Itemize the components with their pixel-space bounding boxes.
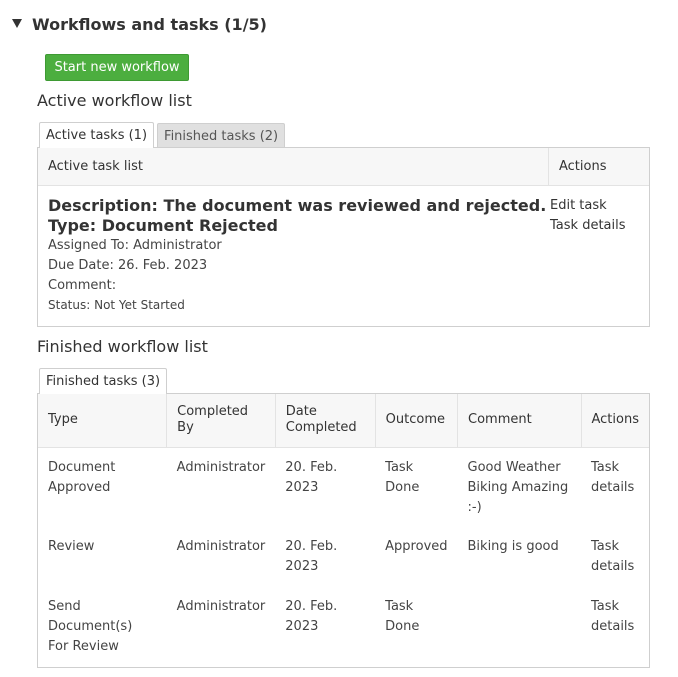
tab-finished-tasks[interactable]: Finished tasks (2) xyxy=(157,123,286,148)
col-date-completed: Date Completed xyxy=(274,394,376,448)
cell-completed-by: Administrator xyxy=(176,539,266,554)
cell-type: Review xyxy=(48,539,95,554)
finished-tabs: Finished tasks (3) xyxy=(39,368,170,394)
finished-task-box: Type Completed By Date Completed Outcome… xyxy=(37,393,650,668)
task-status: Status: Not Yet Started xyxy=(48,298,185,312)
finished-task-table: Type Completed By Date Completed Outcome… xyxy=(38,394,649,667)
cell-outcome: Task Done xyxy=(385,459,420,495)
tab-active-tasks[interactable]: Active tasks (1) xyxy=(39,122,155,148)
table-header-row: Type Completed By Date Completed Outcome… xyxy=(38,394,649,448)
cell-outcome: Approved xyxy=(385,539,448,554)
cell-date: 20. Feb. 2023 xyxy=(285,459,338,495)
task-description: Description: The document was reviewed a… xyxy=(48,196,547,215)
table-row: Document Approved Administrator 20. Feb.… xyxy=(38,447,649,527)
actions-header: Actions xyxy=(548,148,649,185)
task-details-link[interactable]: Task details xyxy=(550,218,626,233)
active-task-item: Description: The document was reviewed a… xyxy=(38,186,649,326)
cell-comment xyxy=(458,587,581,667)
active-task-list-header: Active task list xyxy=(48,159,143,174)
start-new-workflow-button[interactable]: Start new workflow xyxy=(45,54,189,81)
active-workflow-list-title: Active workflow list xyxy=(37,91,192,110)
table-row: Send Document(s) For Review Administrato… xyxy=(38,587,649,667)
col-comment: Comment xyxy=(457,394,581,448)
task-type: Type: Document Rejected xyxy=(48,216,278,235)
cell-completed-by: Administrator xyxy=(176,459,266,475)
cell-type: Send Document(s) For Review xyxy=(48,599,133,654)
collapse-triangle-icon[interactable] xyxy=(12,19,22,28)
active-task-header: Active task list Actions xyxy=(38,148,649,186)
col-actions: Actions xyxy=(580,394,649,448)
col-outcome: Outcome xyxy=(374,394,458,448)
col-completed-by: Completed By xyxy=(166,394,276,448)
cell-outcome: Task Done xyxy=(385,599,420,634)
finished-workflow-list-title: Finished workflow list xyxy=(37,337,208,356)
workflows-panel-header[interactable]: Workflows and tasks (1/5) xyxy=(12,15,267,34)
table-row: Review Administrator 20. Feb. 2023 Appro… xyxy=(38,527,649,587)
task-assigned-to: Assigned To: Administrator xyxy=(48,238,222,253)
edit-task-link[interactable]: Edit task xyxy=(550,198,607,213)
cell-date: 20. Feb. 2023 xyxy=(285,539,338,574)
active-tabs: Active tasks (1) Finished tasks (2) xyxy=(39,122,288,148)
col-type: Type xyxy=(38,394,167,448)
tab-finished-tasks-list[interactable]: Finished tasks (3) xyxy=(39,368,168,394)
panel-title: Workflows and tasks (1/5) xyxy=(32,15,267,34)
task-due-date: Due Date: 26. Feb. 2023 xyxy=(48,258,208,273)
cell-comment: Good Weather Biking Amazing :-) xyxy=(467,459,569,515)
cell-type: Document Approved xyxy=(48,459,116,495)
task-details-link[interactable]: Task details xyxy=(581,527,649,587)
task-details-link[interactable]: Task details xyxy=(581,447,649,527)
cell-completed-by: Administrator xyxy=(176,599,266,614)
active-task-box: Active task list Actions Description: Th… xyxy=(37,147,650,327)
cell-date: 20. Feb. 2023 xyxy=(285,599,338,634)
task-details-link[interactable]: Task details xyxy=(581,587,649,667)
cell-comment: Biking is good xyxy=(467,539,559,554)
task-comment: Comment: xyxy=(48,278,117,293)
